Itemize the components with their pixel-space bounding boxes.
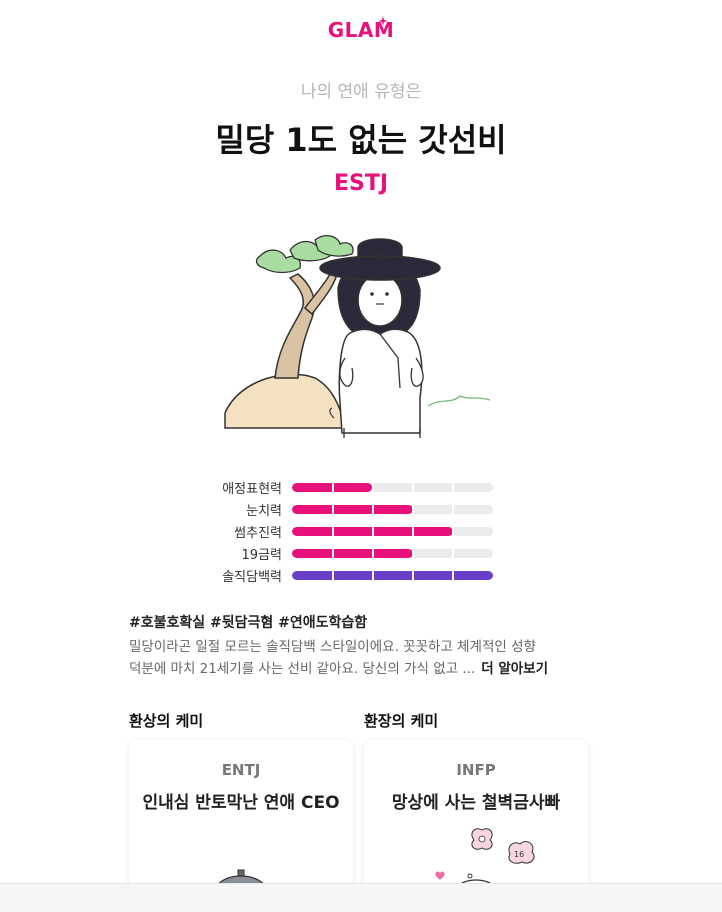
result-mbti: ESTJ [333, 171, 389, 196]
stat-row: 눈치력 [196, 498, 506, 520]
love-stats: 애정표현력 눈치력 썸추진력 19금력 솔직담백력 [196, 476, 506, 586]
type-description: 밀당이라곤 일절 모르는 솔직담백 스타일이에요. 꼿꼿하고 체계적인 성향 덕… [129, 636, 593, 680]
stat-label: 애정표현력 [222, 481, 282, 497]
chemistry-title: 인내심 반토막난 연애 CEO [142, 793, 340, 813]
stat-label: 19금력 [241, 547, 282, 563]
stat-label: 솔직담백력 [222, 569, 282, 585]
stat-row: 19금력 [196, 542, 506, 564]
bad-chemistry-heading: 환장의 케미 [364, 712, 439, 730]
stat-bar [292, 504, 493, 514]
description-line: 밀당이라곤 일절 모르는 솔직담백 스타일이에요. 꼿꼿하고 체계적인 성향 [129, 639, 536, 655]
bottom-bar [0, 883, 722, 912]
good-chemistry-heading: 환상의 케미 [129, 712, 204, 730]
stat-bar [292, 526, 493, 536]
result-title: 밀당 1도 없는 갓선비 [215, 121, 507, 159]
description-line: 덕분에 마치 21세기를 사는 선비 같아요. 당신의 가식 없고 ... 더 알… [129, 658, 593, 680]
stat-label: 썸추진력 [234, 525, 282, 541]
stat-bar [292, 482, 493, 492]
result-subtitle: 나의 연애 유형은 [300, 82, 422, 102]
seonbi-illustration [224, 234, 491, 438]
stat-label: 눈치력 [246, 503, 282, 519]
stat-bar [292, 570, 493, 580]
svg-text:16: 16 [514, 850, 524, 859]
description-text: 덕분에 마치 21세기를 사는 선비 같아요. 당신의 가식 없고 ... [129, 661, 476, 677]
read-more-link[interactable]: 더 알아보기 [481, 661, 548, 677]
stat-row: 솔직담백력 [196, 564, 506, 586]
chemistry-mbti: INFP [456, 761, 496, 779]
glam-logo[interactable]: GLAM [0, 16, 722, 42]
chemistry-mbti: ENTJ [221, 761, 261, 779]
hashtags: #호불호확실 #뒷담극혐 #연애도학습함 [129, 615, 368, 631]
sparkle-icon [378, 16, 388, 26]
chemistry-title: 망상에 사는 철벽금사빠 [391, 793, 561, 813]
stat-row: 썸추진력 [196, 520, 506, 542]
stat-row: 애정표현력 [196, 476, 506, 498]
stat-bar [292, 548, 493, 558]
